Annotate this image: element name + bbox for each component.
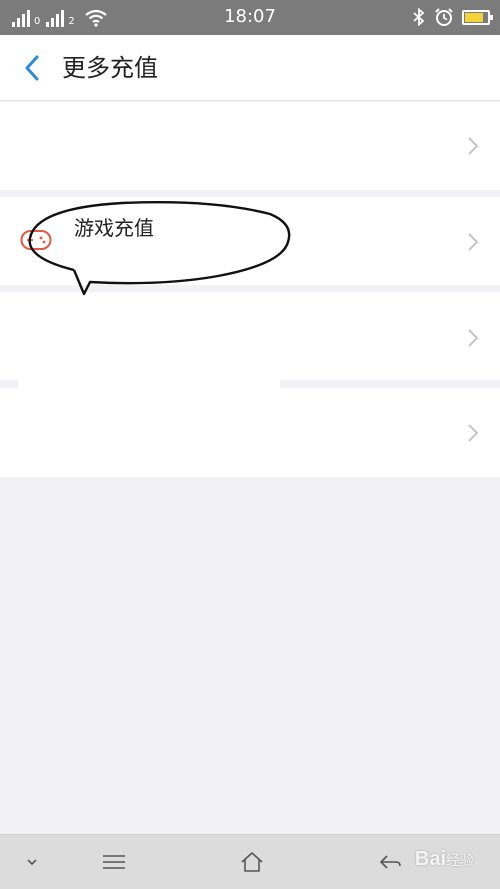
list-item[interactable] — [0, 102, 500, 190]
watermark-suffix: 经验 — [446, 852, 474, 868]
list-item-title: 游戏充值 — [74, 216, 154, 240]
list-item[interactable] — [0, 388, 500, 477]
chevron-right-icon — [468, 233, 479, 251]
redaction-block — [18, 380, 280, 388]
battery-level — [465, 12, 483, 22]
gamepad-icon — [20, 230, 52, 250]
list-item[interactable] — [0, 292, 500, 380]
back-button[interactable] — [14, 49, 50, 87]
watermark-brand: Bai — [414, 848, 446, 870]
bluetooth-icon — [413, 8, 425, 26]
chevron-right-icon — [468, 137, 479, 155]
battery-icon — [462, 9, 493, 25]
menu-icon — [103, 855, 125, 869]
header: 更多充值 — [0, 35, 500, 101]
navigation-bar: Bai经验 — [0, 834, 500, 889]
menu-button[interactable] — [94, 847, 134, 877]
back-nav-button[interactable] — [370, 847, 410, 877]
home-button[interactable] — [232, 847, 272, 877]
status-right — [412, 7, 493, 27]
chevron-down-icon — [27, 859, 37, 866]
page-title: 更多充值 — [62, 54, 158, 82]
status-bar: 0 2 18:07 — [0, 0, 500, 35]
list-item-game-recharge[interactable]: 游戏充值 — [0, 197, 500, 285]
alarm-icon — [435, 8, 453, 26]
home-icon — [241, 852, 263, 872]
chevron-left-icon — [25, 55, 39, 81]
chevron-right-icon — [468, 424, 479, 442]
watermark: Bai经验 — [415, 847, 474, 872]
back-icon — [379, 855, 401, 869]
chevron-right-icon — [468, 329, 479, 347]
collapse-button[interactable] — [12, 847, 52, 877]
